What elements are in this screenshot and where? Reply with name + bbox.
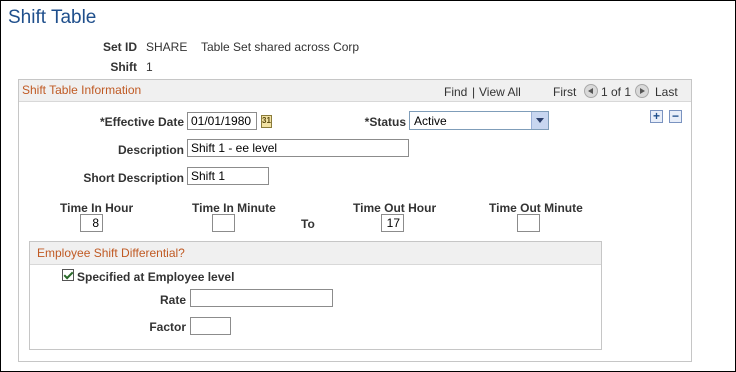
status-label: *Status xyxy=(364,115,406,129)
next-arrow-icon[interactable] xyxy=(635,84,649,98)
group-header: Shift Table Information Find | View All … xyxy=(19,80,691,102)
group-title: Shift Table Information xyxy=(22,83,142,97)
effective-date-label: *Effective Date xyxy=(99,115,184,129)
view-all-link[interactable]: View All xyxy=(479,85,521,99)
status-selected-value: Active xyxy=(414,114,447,128)
time-in-hour-label: Time In Hour xyxy=(60,201,134,215)
setid-value: SHARE xyxy=(146,40,188,54)
subgroup-header: Employee Shift Differential? xyxy=(30,242,601,265)
find-link[interactable]: Find xyxy=(444,85,467,99)
time-in-minute-field[interactable] xyxy=(212,214,235,232)
plus-icon[interactable]: + xyxy=(650,110,663,123)
time-out-minute-field[interactable] xyxy=(517,214,540,232)
short-description-label: Short Description xyxy=(83,171,184,185)
time-in-minute-label: Time In Minute xyxy=(192,201,276,215)
chevron-down-icon[interactable] xyxy=(531,112,548,129)
description-field[interactable] xyxy=(187,139,409,157)
minus-icon[interactable]: − xyxy=(669,110,682,123)
page-title: Shift Table xyxy=(8,7,97,28)
calendar-icon[interactable]: 31 xyxy=(261,115,272,128)
subgroup-title: Employee Shift Differential? xyxy=(37,246,185,260)
row-count: 1 of 1 xyxy=(601,85,632,99)
short-description-field[interactable] xyxy=(187,167,269,185)
status-select[interactable]: Active xyxy=(409,111,549,130)
setid-description: Table Set shared across Corp xyxy=(201,40,360,54)
rate-field[interactable] xyxy=(190,289,333,307)
setid-label: Set ID xyxy=(102,40,137,54)
first-label: First xyxy=(553,85,577,99)
to-label: To xyxy=(301,217,315,231)
nav-separator: | xyxy=(472,85,476,99)
factor-field[interactable] xyxy=(190,317,231,335)
time-out-hour-field[interactable] xyxy=(381,214,404,232)
factor-label: Factor xyxy=(149,320,186,334)
previous-arrow-icon[interactable] xyxy=(584,84,598,98)
time-in-hour-field[interactable] xyxy=(80,214,103,232)
effective-date-field[interactable] xyxy=(187,112,257,130)
specified-at-employee-level-label: Specified at Employee level xyxy=(77,270,235,284)
shift-label: Shift xyxy=(110,60,137,74)
time-out-minute-label: Time Out Minute xyxy=(489,201,583,215)
last-label: Last xyxy=(655,85,678,99)
time-out-hour-label: Time Out Hour xyxy=(353,201,437,215)
specified-at-employee-level-checkbox[interactable] xyxy=(62,269,74,281)
rate-label: Rate xyxy=(159,293,186,307)
description-label: Description xyxy=(117,143,184,157)
shift-value: 1 xyxy=(146,60,153,74)
